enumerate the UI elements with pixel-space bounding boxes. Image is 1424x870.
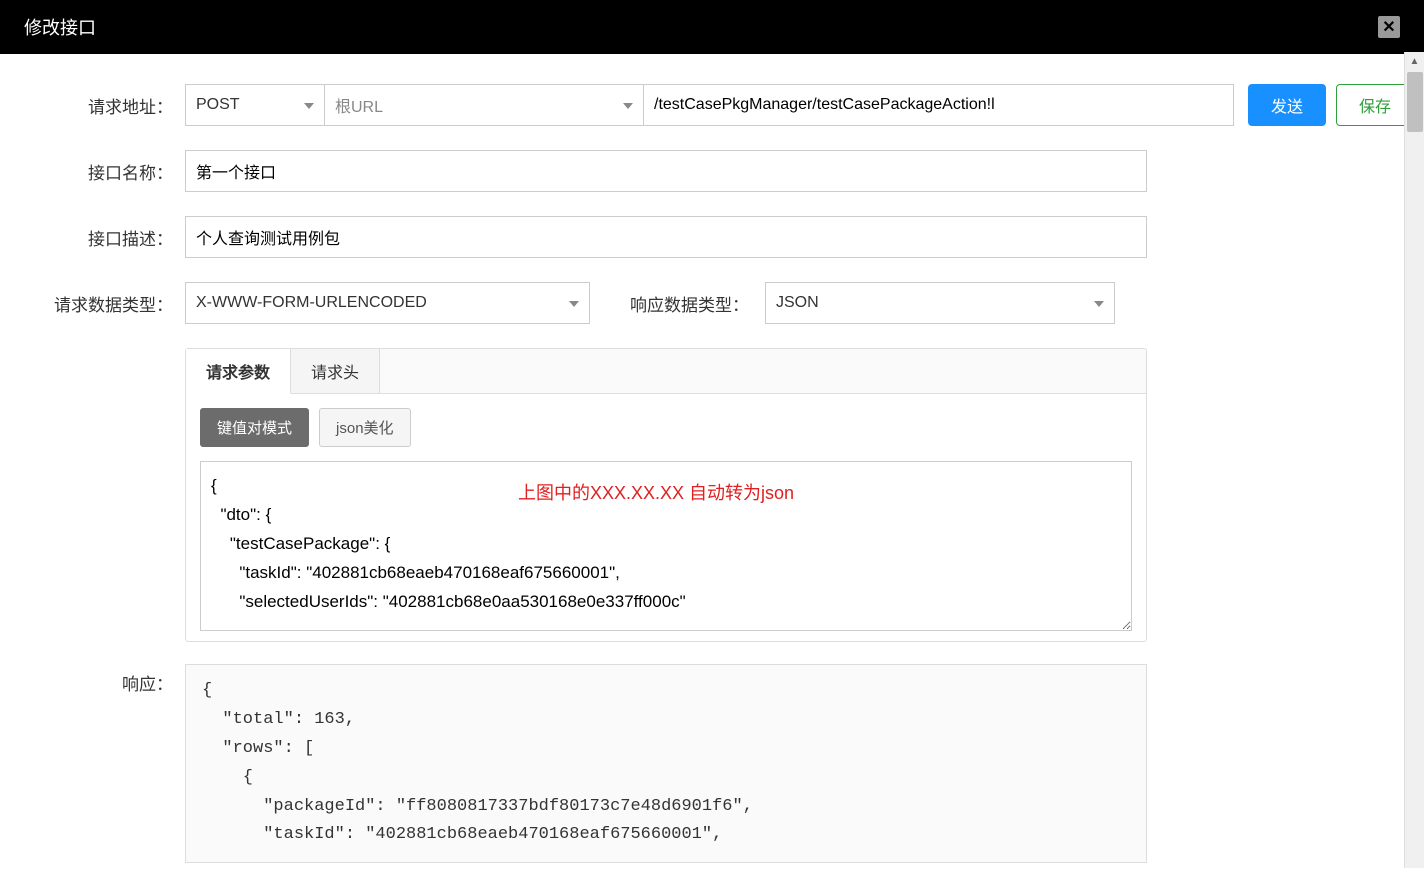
chevron-down-icon [296,96,314,114]
type-row: 请求数据类型： X-WWW-FORM-URLENCODED 响应数据类型： JS… [10,282,1414,324]
chevron-down-icon [615,96,633,114]
scrollbar[interactable]: ▲ [1404,52,1424,868]
params-panel: 请求参数 请求头 键值对模式 json美化 上图中的XXX.XX.XX 自动转为… [185,348,1147,642]
req-type-select[interactable]: X-WWW-FORM-URLENCODED [185,282,590,324]
response-row: 响应： { "total": 163, "rows": [ { "package… [10,664,1414,863]
method-value: POST [196,96,240,114]
modal-header: 修改接口 ✕ [0,0,1424,54]
desc-row: 接口描述： [10,216,1414,258]
tabs: 请求参数 请求头 [186,349,1146,394]
url-row: 请求地址： POST 根URL 发送 保存 [10,84,1414,126]
kv-mode-button[interactable]: 键值对模式 [200,408,309,447]
name-label: 接口名称： [10,159,185,184]
desc-label: 接口描述： [10,225,185,250]
desc-input[interactable] [185,216,1147,258]
root-url-select[interactable]: 根URL [324,84,644,126]
root-url-placeholder: 根URL [335,93,383,117]
req-type-value: X-WWW-FORM-URLENCODED [196,294,427,312]
mode-buttons: 键值对模式 json美化 [186,394,1146,461]
send-button[interactable]: 发送 [1248,84,1326,126]
name-input[interactable] [185,150,1147,192]
scroll-up-icon[interactable]: ▲ [1405,52,1424,70]
scroll-thumb[interactable] [1407,72,1423,132]
res-type-select[interactable]: JSON [765,282,1115,324]
method-select[interactable]: POST [185,84,325,126]
tab-request-params[interactable]: 请求参数 [186,349,291,394]
tab-request-headers[interactable]: 请求头 [291,349,380,393]
chevron-down-icon [1086,294,1104,312]
req-type-label: 请求数据类型： [10,291,185,316]
modal-title: 修改接口 [24,14,96,40]
res-type-value: JSON [776,294,819,312]
path-input[interactable] [643,84,1234,126]
request-body-textarea[interactable] [200,461,1132,631]
response-body: { "total": 163, "rows": [ { "packageId":… [185,664,1147,863]
save-button[interactable]: 保存 [1336,84,1414,126]
name-row: 接口名称： [10,150,1414,192]
close-icon[interactable]: ✕ [1378,16,1400,38]
response-label: 响应： [10,664,185,863]
res-type-label: 响应数据类型： [590,291,765,316]
chevron-down-icon [561,294,579,312]
url-label: 请求地址： [10,93,185,118]
content-area: 请求地址： POST 根URL 发送 保存 接口名称： 接口描述： 请求数据类型… [0,54,1424,870]
json-format-button[interactable]: json美化 [319,408,411,447]
